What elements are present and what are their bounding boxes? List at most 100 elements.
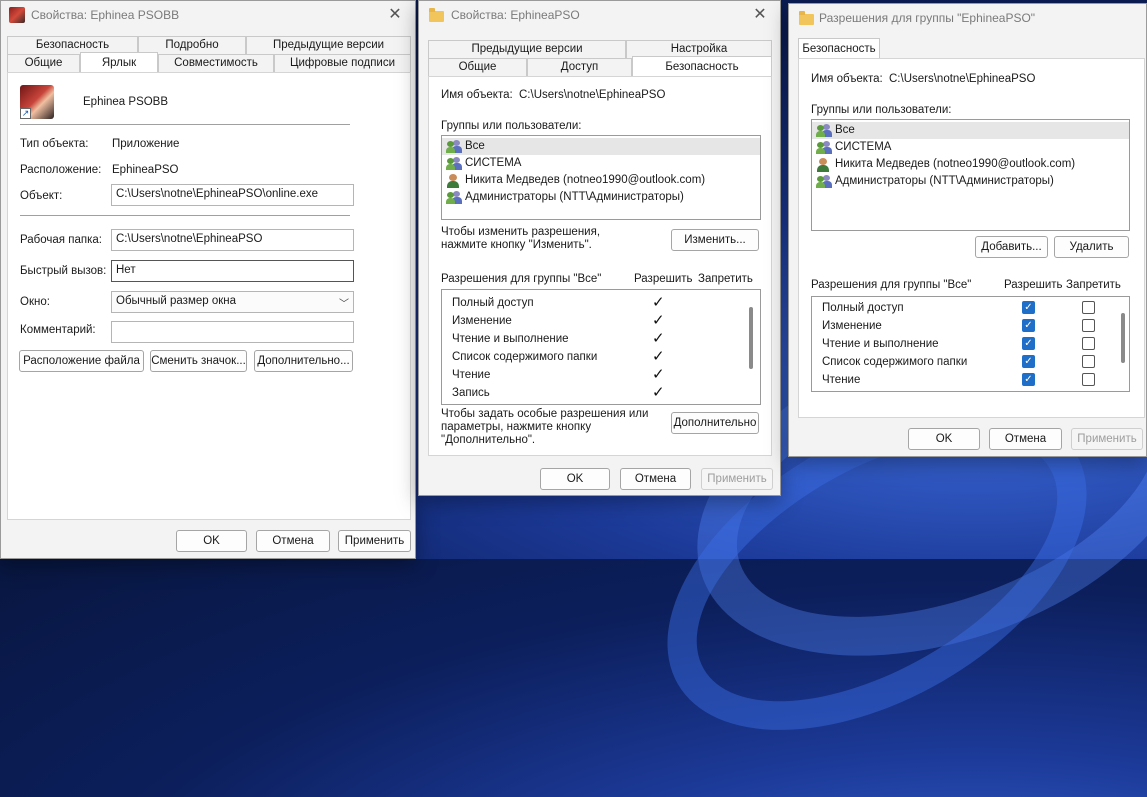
permission-row: Чтение и выполнение ✓ [812, 335, 1129, 353]
permission-row: Полный доступ ✓ [442, 294, 760, 312]
deny-checkbox[interactable] [1082, 301, 1095, 314]
title-bar[interactable]: Свойства: EphineaPSO ✕ [419, 1, 780, 31]
deny-checkbox[interactable] [1082, 373, 1095, 386]
tab-security[interactable]: Безопасность [632, 56, 772, 76]
checkmark-icon: ✓ [652, 366, 665, 383]
ok-button[interactable]: OK [176, 530, 247, 552]
cancel-button[interactable]: Отмена [989, 428, 1062, 450]
cancel-button[interactable]: Отмена [256, 530, 330, 552]
tab-row: Безопасность [798, 38, 880, 58]
groups-label: Группы или пользователи: [441, 120, 582, 132]
list-item[interactable]: Администраторы (NTT\Администраторы) [812, 173, 1129, 190]
list-item[interactable]: Администраторы (NTT\Администраторы) [442, 189, 760, 206]
advanced-button[interactable]: Дополнительно [671, 412, 759, 434]
object-name-label: Имя объекта: [441, 89, 513, 101]
type-value: Приложение [112, 138, 180, 150]
list-item-label: Администраторы (NTT\Администраторы) [835, 175, 1054, 187]
window-title: Разрешения для группы "EphineaPSO" [819, 11, 1036, 25]
location-label: Расположение: [20, 164, 102, 176]
cancel-button[interactable]: Отмена [620, 468, 691, 490]
comment-field[interactable] [111, 321, 354, 343]
list-item[interactable]: СИСТЕМА [442, 155, 760, 172]
permissions-header: Разрешения для группы "Все" [441, 273, 602, 285]
permission-label: Чтение [822, 374, 861, 386]
group-icon [816, 174, 833, 189]
list-item[interactable]: Никита Медведев (notneo1990@outlook.com) [442, 172, 760, 189]
permissions-list: Полный доступ ✓ Изменение ✓ Чтение и выполне… [811, 296, 1130, 392]
group-icon [446, 139, 463, 154]
allow-checkbox[interactable]: ✓ [1022, 355, 1035, 368]
users-listbox[interactable]: Все СИСТЕМА Никита Медведев (notneo1990@ou… [441, 135, 761, 220]
permission-label: Список содержимого папки [822, 356, 968, 368]
shortcut-arrow-icon: ↗ [20, 108, 31, 119]
allow-header: Разрешить [1004, 279, 1063, 291]
deny-checkbox[interactable] [1082, 355, 1095, 368]
permission-label: Список содержимого папки [452, 351, 598, 363]
permission-row: Чтение ✓ [442, 366, 760, 384]
ok-button[interactable]: OK [540, 468, 610, 490]
advanced-button[interactable]: Дополнительно... [254, 350, 353, 372]
list-item[interactable]: СИСТЕМА [812, 139, 1129, 156]
deny-checkbox[interactable] [1082, 319, 1095, 332]
hotkey-label: Быстрый вызов: [20, 265, 107, 277]
permission-label: Полный доступ [452, 297, 534, 309]
list-item[interactable]: Все [442, 138, 760, 155]
security-tab-panel: Имя объекта: C:\Users\notne\EphineaPSO Г… [428, 76, 772, 456]
users-listbox[interactable]: Все СИСТЕМА Никита Медведев (notneo1990@ou… [811, 119, 1130, 231]
allow-checkbox[interactable]: ✓ [1022, 373, 1035, 386]
checkmark-icon: ✓ [652, 294, 665, 311]
object-name-label: Имя объекта: [811, 73, 883, 85]
apply-button[interactable]: Применить [701, 468, 773, 490]
folder-icon [429, 8, 444, 22]
object-name-value: C:\Users\notne\EphineaPSO [519, 89, 666, 101]
title-bar[interactable]: Свойства: Ephinea PSOBB ✕ [1, 1, 415, 31]
change-icon-button[interactable]: Сменить значок... [150, 350, 247, 372]
remove-button[interactable]: Удалить [1054, 236, 1129, 258]
tab-digital-signatures[interactable]: Цифровые подписи [274, 54, 411, 72]
list-item[interactable]: Никита Медведев (notneo1990@outlook.com) [812, 156, 1129, 173]
tab-general[interactable]: Общие [428, 58, 527, 76]
close-icon[interactable]: ✕ [746, 4, 774, 26]
apply-button[interactable]: Применить [338, 530, 411, 552]
permission-label: Чтение и выполнение [822, 338, 939, 350]
tab-security[interactable]: Безопасность [798, 38, 880, 58]
hotkey-field[interactable]: Нет [111, 260, 354, 282]
permission-row: Полный доступ ✓ [812, 299, 1129, 317]
groups-label: Группы или пользователи: [811, 104, 952, 116]
list-item-label: СИСТЕМА [465, 157, 522, 169]
tab-sharing[interactable]: Доступ [527, 58, 632, 76]
tab-previous-versions[interactable]: Предыдущие версии [428, 40, 626, 58]
tab-shortcut[interactable]: Ярлык [80, 52, 158, 72]
allow-checkbox[interactable]: ✓ [1022, 337, 1035, 350]
workdir-field[interactable]: C:\Users\notne\EphineaPSO [111, 229, 354, 251]
change-button[interactable]: Изменить... [671, 229, 759, 251]
tab-compatibility[interactable]: Совместимость [158, 54, 274, 72]
ok-button[interactable]: OK [908, 428, 980, 450]
window-title: Свойства: Ephinea PSOBB [31, 8, 180, 22]
allow-checkbox[interactable]: ✓ [1022, 319, 1035, 332]
user-icon [816, 157, 833, 172]
tab-general[interactable]: Общие [7, 54, 80, 72]
permissions-header: Разрешения для группы "Все" [811, 279, 972, 291]
title-bar[interactable]: Разрешения для группы "EphineaPSO" [789, 4, 1146, 34]
tab-row-2: Общие Доступ Безопасность [428, 56, 772, 76]
scrollbar[interactable] [1121, 313, 1125, 363]
target-field[interactable]: C:\Users\notne\EphineaPSO\online.exe [111, 184, 354, 206]
permission-label: Чтение и выполнение [452, 333, 569, 345]
scrollbar[interactable] [749, 307, 753, 369]
apply-button[interactable]: Применить [1071, 428, 1143, 450]
permission-label: Изменение [822, 320, 882, 332]
file-location-button[interactable]: Расположение файла [19, 350, 144, 372]
add-button[interactable]: Добавить... [975, 236, 1048, 258]
group-icon [446, 156, 463, 171]
window-size-select[interactable]: Обычный размер окна ﹀ [111, 291, 354, 313]
tab-previous-versions[interactable]: Предыдущие версии [246, 36, 411, 54]
permission-label: Изменение [452, 315, 512, 327]
allow-checkbox[interactable]: ✓ [1022, 301, 1035, 314]
permission-row: Список содержимого папки ✓ [812, 353, 1129, 371]
deny-checkbox[interactable] [1082, 337, 1095, 350]
checkmark-icon: ✓ [652, 348, 665, 365]
close-icon[interactable]: ✕ [381, 4, 409, 26]
list-item[interactable]: Все [812, 122, 1129, 139]
permission-row: Изменение ✓ [812, 317, 1129, 335]
